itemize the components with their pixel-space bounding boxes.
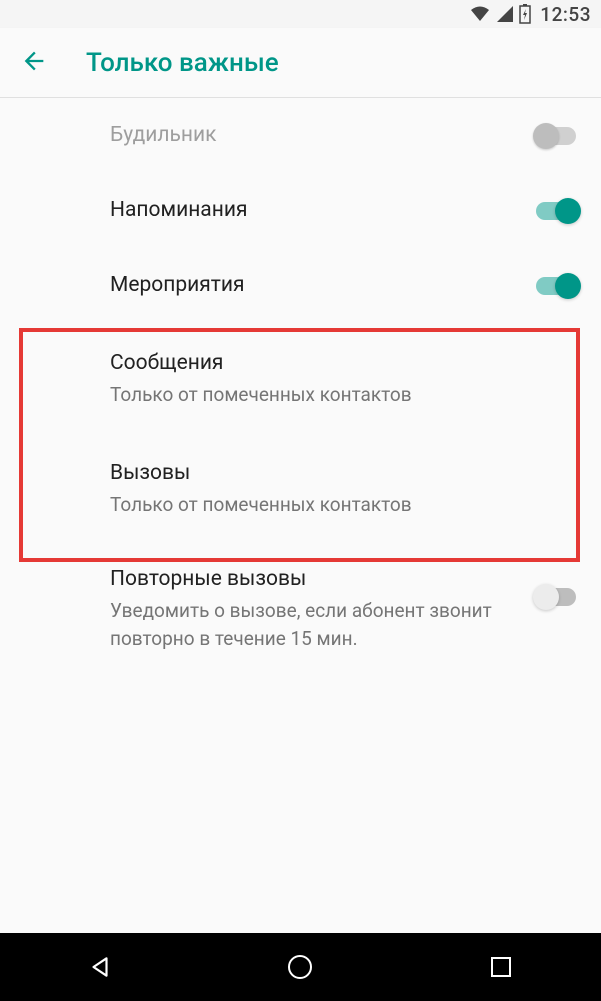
setting-subtitle: Только от помеченных контактов [110, 491, 569, 519]
status-bar: 12:53 [0, 0, 601, 28]
wifi-icon [469, 5, 491, 23]
setting-title: Будильник [110, 121, 523, 150]
switch-events[interactable] [533, 272, 579, 300]
back-arrow-icon[interactable] [20, 47, 48, 79]
switch-repeat-calls[interactable] [533, 583, 579, 611]
page-title: Только важные [86, 48, 279, 78]
nav-recent-button[interactable] [461, 955, 541, 979]
setting-title: Вызовы [110, 459, 569, 488]
setting-subtitle: Только от помеченных контактов [110, 381, 569, 409]
setting-reminders[interactable]: Напоминания [0, 173, 601, 248]
setting-alarm[interactable]: Будильник [0, 98, 601, 173]
battery-icon [519, 4, 531, 24]
signal-icon [496, 5, 514, 23]
navigation-bar [0, 933, 601, 1001]
setting-repeat-calls[interactable]: Повторные вызовы Уведомить о вызове, есл… [0, 543, 601, 672]
status-time: 12:53 [540, 3, 591, 26]
setting-title: Повторные вызовы [110, 565, 523, 594]
switch-reminders[interactable] [533, 197, 579, 225]
setting-events[interactable]: Мероприятия [0, 248, 601, 323]
settings-list: Будильник Напоминания Мероприятия Сообще… [0, 98, 601, 672]
setting-title: Мероприятия [110, 271, 523, 300]
switch-alarm [533, 122, 579, 150]
app-bar: Только важные [0, 28, 601, 98]
setting-title: Напоминания [110, 196, 523, 225]
nav-back-button[interactable] [60, 954, 140, 980]
setting-title: Сообщения [110, 349, 569, 378]
setting-calls[interactable]: Вызовы Только от помеченных контактов [0, 433, 601, 543]
setting-subtitle: Уведомить о вызове, если абонент звонит … [110, 597, 523, 652]
nav-home-button[interactable] [260, 952, 340, 982]
setting-messages[interactable]: Сообщения Только от помеченных контактов [0, 323, 601, 433]
